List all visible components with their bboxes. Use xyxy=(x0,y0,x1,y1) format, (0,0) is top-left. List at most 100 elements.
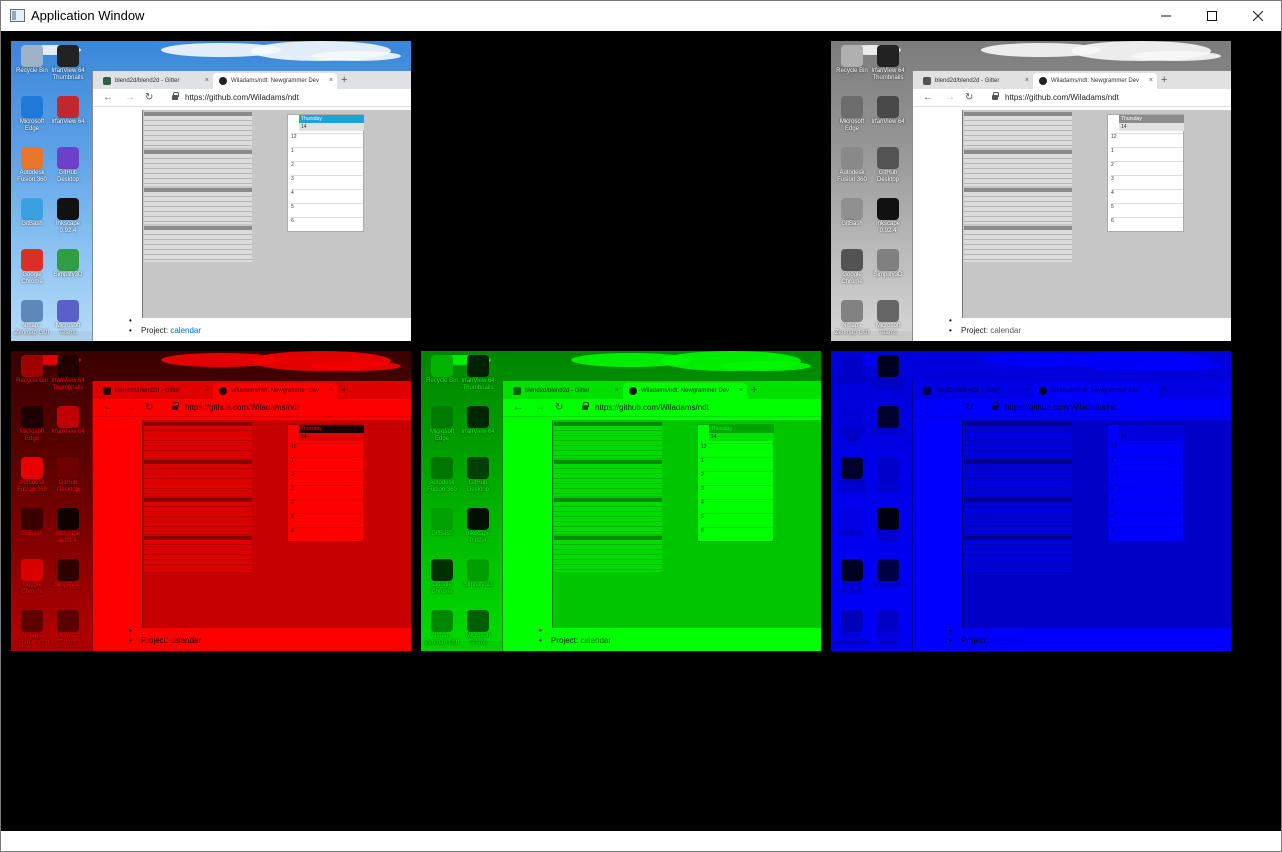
desktop-shortcut[interactable]: Google Chrome xyxy=(13,559,51,596)
tab-github[interactable]: Wiladams/ndt: Newgrammer Dev × xyxy=(213,73,337,89)
desktop-shortcut[interactable]: Inkscape 0.92.4 xyxy=(49,508,87,545)
tab-github[interactable]: Wiladams/ndt: Newgrammer Dev × xyxy=(623,383,747,399)
maximize-button[interactable] xyxy=(1189,1,1235,31)
desktop-shortcut[interactable]: GitHub Desktop xyxy=(459,457,497,494)
desktop-shortcut[interactable]: Inkscape 0.92.4 xyxy=(869,198,907,235)
desktop-shortcut[interactable]: GitBash xyxy=(13,198,51,228)
desktop-shortcut[interactable]: IrfanView 64 Thumbnails xyxy=(49,355,87,392)
tab-close-icon[interactable]: × xyxy=(1149,73,1153,89)
tab-close-icon[interactable]: × xyxy=(1025,73,1029,89)
tab-close-icon[interactable]: × xyxy=(205,383,209,399)
tab-close-icon[interactable]: × xyxy=(205,73,209,89)
desktop-shortcut[interactable]: Google Chrome xyxy=(833,559,871,596)
desktop-shortcut[interactable]: Microsoft Edge xyxy=(833,96,871,133)
desktop-shortcut[interactable]: GitHub Desktop xyxy=(869,147,907,184)
desktop-shortcut[interactable]: Simplify3D xyxy=(869,559,907,589)
desktop-shortcut[interactable]: Inkscape 0.92.4 xyxy=(459,508,497,545)
tab-github[interactable]: Wiladams/ndt: Newgrammer Dev × xyxy=(213,383,337,399)
close-button[interactable] xyxy=(1235,1,1281,31)
desktop-shortcut[interactable]: Google Chrome xyxy=(423,559,461,596)
address-bar[interactable]: https://github.com/Wiladams/ndt xyxy=(1005,93,1119,102)
desktop-shortcut[interactable]: Recycle Bin xyxy=(423,355,461,385)
desktop-shortcut[interactable]: IrfanView 64 Thumbnails xyxy=(869,45,907,82)
desktop-shortcut[interactable]: Inkscape 0.92.4 xyxy=(49,198,87,235)
tab-gitter[interactable]: blend2d/blend2d - Gitter × xyxy=(97,383,213,399)
back-button[interactable]: ← xyxy=(923,401,933,414)
desktop-shortcut[interactable]: Recycle Bin xyxy=(833,355,871,385)
project-link[interactable]: calendar xyxy=(170,326,201,335)
desktop-shortcut[interactable]: GitBash xyxy=(13,508,51,538)
project-link[interactable]: calendar xyxy=(990,326,1021,335)
desktop-shortcut[interactable]: Google Chrome xyxy=(13,249,51,286)
back-button[interactable]: ← xyxy=(103,91,113,104)
tab-close-icon[interactable]: × xyxy=(615,383,619,399)
desktop-shortcut[interactable]: GitBash xyxy=(833,508,871,538)
tab-close-icon[interactable]: × xyxy=(1149,383,1153,399)
desktop-shortcut[interactable]: Google Chrome xyxy=(833,249,871,286)
forward-button[interactable]: → xyxy=(125,401,135,414)
address-bar[interactable]: https://github.com/Wiladams/ndt xyxy=(1005,403,1119,412)
reload-button[interactable]: ↻ xyxy=(965,91,973,104)
tab-close-icon[interactable]: × xyxy=(739,383,743,399)
desktop-shortcut[interactable]: IrfanView 64 xyxy=(869,96,907,126)
desktop-shortcut[interactable]: IrfanView 64 Thumbnails xyxy=(49,45,87,82)
desktop-shortcut[interactable]: Simplify3D xyxy=(459,559,497,589)
back-button[interactable]: ← xyxy=(923,91,933,104)
new-tab-button[interactable]: + xyxy=(751,383,757,397)
new-tab-button[interactable]: + xyxy=(341,73,347,87)
desktop-shortcut[interactable]: Recycle Bin xyxy=(833,45,871,75)
tab-close-icon[interactable]: × xyxy=(1025,383,1029,399)
forward-button[interactable]: → xyxy=(945,91,955,104)
back-button[interactable]: ← xyxy=(103,401,113,414)
desktop-shortcut[interactable]: IrfanView 64 Thumbnails xyxy=(869,355,907,392)
forward-button[interactable]: → xyxy=(125,91,135,104)
desktop-shortcut[interactable]: Recycle Bin xyxy=(13,355,51,385)
desktop-shortcut[interactable]: Microsoft Edge xyxy=(13,406,51,443)
desktop-shortcut[interactable]: Inkscape 0.92.4 xyxy=(869,508,907,545)
desktop-shortcut[interactable]: Recycle Bin xyxy=(13,45,51,75)
project-link[interactable]: calendar xyxy=(990,636,1021,645)
desktop-shortcut[interactable]: Microsoft Edge xyxy=(833,406,871,443)
reload-button[interactable]: ↻ xyxy=(145,401,153,414)
desktop-shortcut[interactable]: Autodesk Fusion 360 xyxy=(833,147,871,184)
tab-github[interactable]: Wiladams/ndt: Newgrammer Dev × xyxy=(1033,383,1157,399)
desktop-shortcut[interactable]: GitHub Desktop xyxy=(49,457,87,494)
reload-button[interactable]: ↻ xyxy=(145,91,153,104)
address-bar[interactable]: https://github.com/Wiladams/ndt xyxy=(595,403,709,412)
desktop-shortcut[interactable]: Microsoft Edge xyxy=(13,96,51,133)
desktop-shortcut[interactable]: GitHub Desktop xyxy=(49,147,87,184)
tab-gitter[interactable]: blend2d/blend2d - Gitter × xyxy=(507,383,623,399)
tab-close-icon[interactable]: × xyxy=(329,73,333,89)
tab-github[interactable]: Wiladams/ndt: Newgrammer Dev × xyxy=(1033,73,1157,89)
desktop-shortcut[interactable]: IrfanView 64 xyxy=(49,406,87,436)
desktop-shortcut[interactable]: Simplify3D xyxy=(49,249,87,279)
reload-button[interactable]: ↻ xyxy=(965,401,973,414)
desktop-shortcut[interactable]: GitHub Desktop xyxy=(869,457,907,494)
tab-gitter[interactable]: blend2d/blend2d - Gitter × xyxy=(917,383,1033,399)
forward-button[interactable]: → xyxy=(945,401,955,414)
desktop-shortcut[interactable]: Autodesk Fusion 360 xyxy=(423,457,461,494)
forward-button[interactable]: → xyxy=(535,401,545,414)
address-bar[interactable]: https://github.com/Wiladams/ndt xyxy=(185,93,299,102)
desktop-shortcut[interactable]: IrfanView 64 xyxy=(49,96,87,126)
desktop-shortcut[interactable]: Autodesk Fusion 360 xyxy=(13,457,51,494)
project-link[interactable]: calendar xyxy=(170,636,201,645)
title-bar[interactable]: Application Window xyxy=(1,1,1281,31)
new-tab-button[interactable]: + xyxy=(341,383,347,397)
desktop-shortcut[interactable]: Simplify3D xyxy=(49,559,87,589)
tab-close-icon[interactable]: × xyxy=(329,383,333,399)
back-button[interactable]: ← xyxy=(513,401,523,414)
project-link[interactable]: calendar xyxy=(580,636,611,645)
desktop-shortcut[interactable]: Simplify3D xyxy=(869,249,907,279)
minimize-button[interactable] xyxy=(1143,1,1189,31)
desktop-shortcut[interactable]: IrfanView 64 Thumbnails xyxy=(459,355,497,392)
desktop-shortcut[interactable]: Microsoft Edge xyxy=(423,406,461,443)
tab-gitter[interactable]: blend2d/blend2d - Gitter × xyxy=(97,73,213,89)
desktop-shortcut[interactable]: GitBash xyxy=(423,508,461,538)
desktop-shortcut[interactable]: GitBash xyxy=(833,198,871,228)
desktop-shortcut[interactable]: Autodesk Fusion 360 xyxy=(833,457,871,494)
new-tab-button[interactable]: + xyxy=(1161,383,1167,397)
desktop-shortcut[interactable]: IrfanView 64 xyxy=(869,406,907,436)
new-tab-button[interactable]: + xyxy=(1161,73,1167,87)
tab-gitter[interactable]: blend2d/blend2d - Gitter × xyxy=(917,73,1033,89)
